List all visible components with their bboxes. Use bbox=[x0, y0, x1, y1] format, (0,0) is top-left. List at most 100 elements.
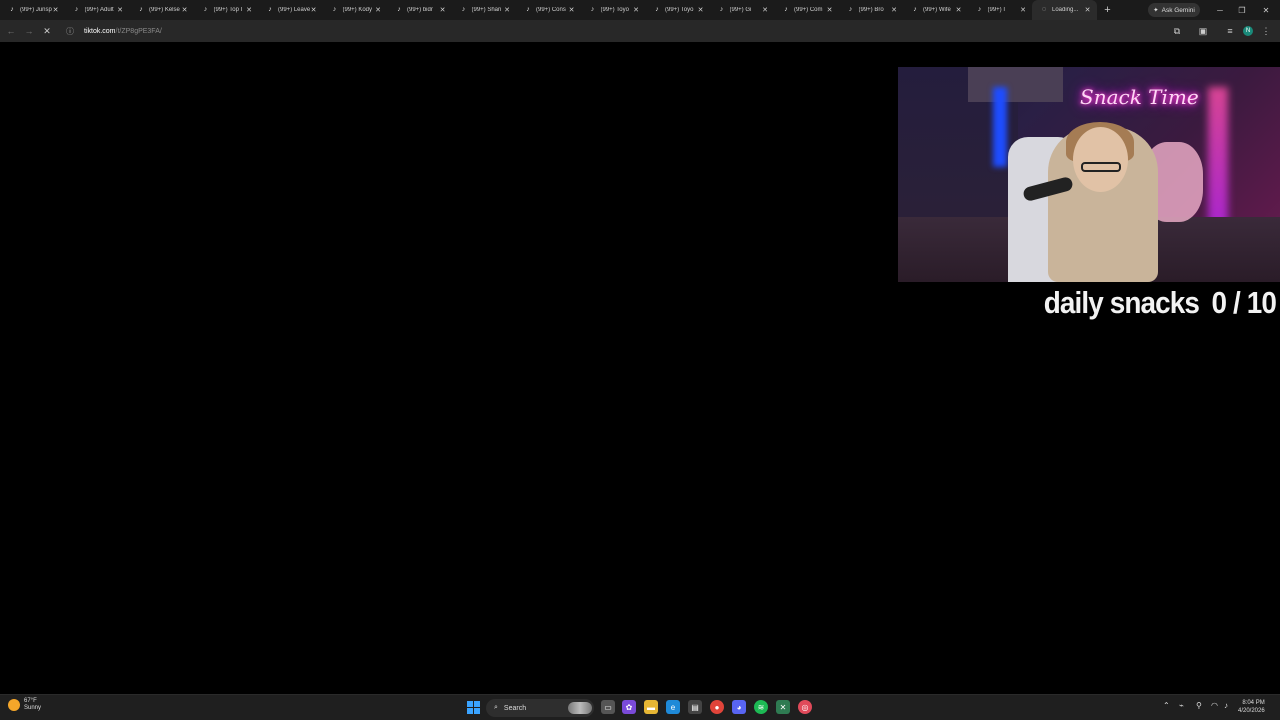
tiktok-icon: ♪ bbox=[784, 6, 788, 13]
tab-close-icon[interactable]: ✕ bbox=[698, 6, 704, 14]
sunny-weather-icon bbox=[8, 699, 20, 711]
search-icon: ⌕ bbox=[494, 704, 498, 711]
tab-close-icon[interactable]: ✕ bbox=[53, 6, 59, 14]
tab-close-icon[interactable]: ✕ bbox=[569, 6, 575, 14]
extensions-icon[interactable]: ⧉ bbox=[1168, 22, 1186, 40]
gemini-icon: ✦ bbox=[1153, 7, 1159, 14]
spotify-icon[interactable]: ≋ bbox=[754, 700, 768, 714]
tab-close-icon[interactable]: ✕ bbox=[504, 6, 510, 14]
close-window-icon[interactable]: ✕ bbox=[1254, 0, 1278, 20]
weather-temp: 67°F bbox=[24, 698, 37, 704]
install-app-icon[interactable]: ▣ bbox=[1194, 22, 1212, 40]
page-viewport: Snack Time daily snacks 0 / 10 bbox=[0, 42, 1280, 694]
back-icon[interactable]: ← bbox=[2, 22, 20, 40]
forward-icon[interactable]: → bbox=[20, 22, 38, 40]
tab-close-icon[interactable]: ✕ bbox=[440, 6, 446, 14]
browser-tab[interactable]: ♪ (99+) Toyo ✕ bbox=[645, 0, 710, 20]
browser-tab[interactable]: ♪ (99+) Junsp ✕ bbox=[0, 0, 65, 20]
site-info-icon[interactable]: ⓘ bbox=[66, 26, 76, 37]
restore-icon[interactable]: ❐ bbox=[1230, 0, 1254, 20]
new-tab-icon[interactable]: + bbox=[1099, 0, 1117, 20]
tab-close-icon[interactable]: ✕ bbox=[1085, 6, 1091, 14]
browser-tab[interactable]: ♪ (99+) Adult ✕ bbox=[65, 0, 130, 20]
browser-tab[interactable]: ♪ (99+) Top I ✕ bbox=[194, 0, 259, 20]
browser-tab[interactable]: ♪ (99+) I ✕ bbox=[968, 0, 1033, 20]
browser-tab[interactable]: ♪ (99+) Shari ✕ bbox=[452, 0, 517, 20]
counter-total: 10 bbox=[1246, 285, 1277, 320]
location-icon[interactable]: ⚲ bbox=[1196, 701, 1202, 710]
tab-label: (99+) Adult bbox=[84, 7, 114, 13]
loading-spinner-icon: ◌ bbox=[1041, 6, 1047, 13]
tab-close-icon[interactable]: ✕ bbox=[117, 6, 123, 14]
tab-label: (99+) Com bbox=[794, 7, 823, 13]
tab-close-icon[interactable]: ✕ bbox=[311, 6, 317, 14]
system-clock[interactable]: 8:04 PM 4/20/2026 bbox=[1238, 699, 1265, 715]
wifi-icon[interactable]: ◠ bbox=[1211, 701, 1218, 710]
tiktok-icon: ♪ bbox=[397, 6, 401, 13]
tab-close-icon[interactable]: ✕ bbox=[956, 6, 962, 14]
xbox-icon[interactable]: ✕ bbox=[776, 700, 790, 714]
weather-widget[interactable]: 67°F Sunny bbox=[8, 698, 41, 712]
browser-tab[interactable]: ♪ (99+) Kody ✕ bbox=[323, 0, 388, 20]
taskbar-search[interactable]: ⌕ Search bbox=[486, 699, 594, 717]
ask-gemini-button[interactable]: ✦ Ask Gemini bbox=[1148, 3, 1200, 17]
stop-loading-icon[interactable]: ✕ bbox=[38, 22, 56, 40]
clock-date: 4/20/2026 bbox=[1238, 708, 1265, 714]
discord-icon[interactable]: ◕ bbox=[732, 700, 746, 714]
tab-close-icon[interactable]: ✕ bbox=[1020, 6, 1026, 14]
edge-browser-icon[interactable]: e bbox=[666, 700, 680, 714]
volume-icon[interactable]: ♪ bbox=[1224, 701, 1228, 710]
profile-avatar[interactable]: N bbox=[1243, 26, 1253, 36]
tab-close-icon[interactable]: ✕ bbox=[633, 6, 639, 14]
tab-label: (99+) Toyo bbox=[665, 7, 694, 13]
browser-tab[interactable]: ♪ (99+) Gi ✕ bbox=[710, 0, 775, 20]
browser-tab[interactable]: ♪ (99+) Kelse ✕ bbox=[129, 0, 194, 20]
tab-close-icon[interactable]: ✕ bbox=[375, 6, 381, 14]
browser-tab[interactable]: ♪ (99+) Bro ✕ bbox=[839, 0, 904, 20]
tab-label: (99+) Kelse bbox=[149, 7, 180, 13]
tiktok-icon: ♪ bbox=[913, 6, 917, 13]
tab-close-icon[interactable]: ✕ bbox=[891, 6, 897, 14]
browser-tab[interactable]: ♪ (99+) bidr ✕ bbox=[387, 0, 452, 20]
file-explorer-icon[interactable]: ▬ bbox=[644, 700, 658, 714]
tray-overflow-icon[interactable]: ⌃ bbox=[1163, 701, 1170, 710]
tab-close-icon[interactable]: ✕ bbox=[182, 6, 188, 14]
tab-close-icon[interactable]: ✕ bbox=[762, 6, 768, 14]
address-bar[interactable]: ⓘ tiktok.com /t/ZP8gPE3FA/ bbox=[60, 22, 1160, 40]
tiktok-icon: ♪ bbox=[848, 6, 853, 13]
minimize-icon[interactable]: ─ bbox=[1208, 0, 1232, 20]
task-view-icon[interactable]: ▭ bbox=[601, 700, 615, 714]
tiktok-icon: ♪ bbox=[655, 6, 659, 13]
search-highlight-icon bbox=[568, 702, 592, 714]
tiktok-icon: ♪ bbox=[74, 6, 79, 13]
browser-tab[interactable]: ♪ (99+) Leave ✕ bbox=[258, 0, 323, 20]
store-icon[interactable]: ▤ bbox=[688, 700, 702, 714]
browser-tab[interactable]: ♪ (99+) Cons ✕ bbox=[516, 0, 581, 20]
tiktok-icon: ♪ bbox=[977, 6, 982, 13]
copilot-icon[interactable]: ✿ bbox=[622, 700, 636, 714]
windows-start-icon[interactable] bbox=[467, 701, 480, 714]
ask-gemini-label: Ask Gemini bbox=[1161, 6, 1195, 14]
menu-icon[interactable]: ⋮ bbox=[1257, 22, 1275, 40]
tab-close-icon[interactable]: ✕ bbox=[827, 6, 833, 14]
search-label: Search bbox=[503, 704, 527, 712]
network-icon[interactable]: ⌁ bbox=[1179, 701, 1184, 710]
tab-close-icon[interactable]: ✕ bbox=[246, 6, 252, 14]
browser-tab[interactable]: ♪ (99+) Wife ✕ bbox=[903, 0, 968, 20]
tiktok-icon: ♪ bbox=[10, 6, 14, 13]
playlist-icon[interactable]: ≡ bbox=[1221, 22, 1239, 40]
blue-led-light bbox=[993, 87, 1007, 167]
stream-webcam-video[interactable]: Snack Time bbox=[898, 67, 1280, 282]
counter-separator: / bbox=[1233, 285, 1241, 320]
daily-snacks-counter: daily snacks 0 / 10 bbox=[1037, 285, 1277, 321]
chrome-icon[interactable]: ● bbox=[710, 700, 724, 714]
tab-label: (99+) Leave bbox=[278, 7, 310, 13]
browser-tab[interactable]: ◌ Loading... ✕ bbox=[1032, 0, 1097, 20]
app-icon[interactable]: ◎ bbox=[798, 700, 812, 714]
tiktok-icon: ♪ bbox=[139, 6, 143, 13]
tab-label: (99+) Junsp bbox=[20, 7, 52, 13]
browser-tab[interactable]: ♪ (99+) Com ✕ bbox=[774, 0, 839, 20]
tab-label: (99+) Wife bbox=[923, 7, 951, 13]
tiktok-icon: ♪ bbox=[332, 6, 337, 13]
browser-tab[interactable]: ♪ (99+) Toyo ✕ bbox=[581, 0, 646, 20]
